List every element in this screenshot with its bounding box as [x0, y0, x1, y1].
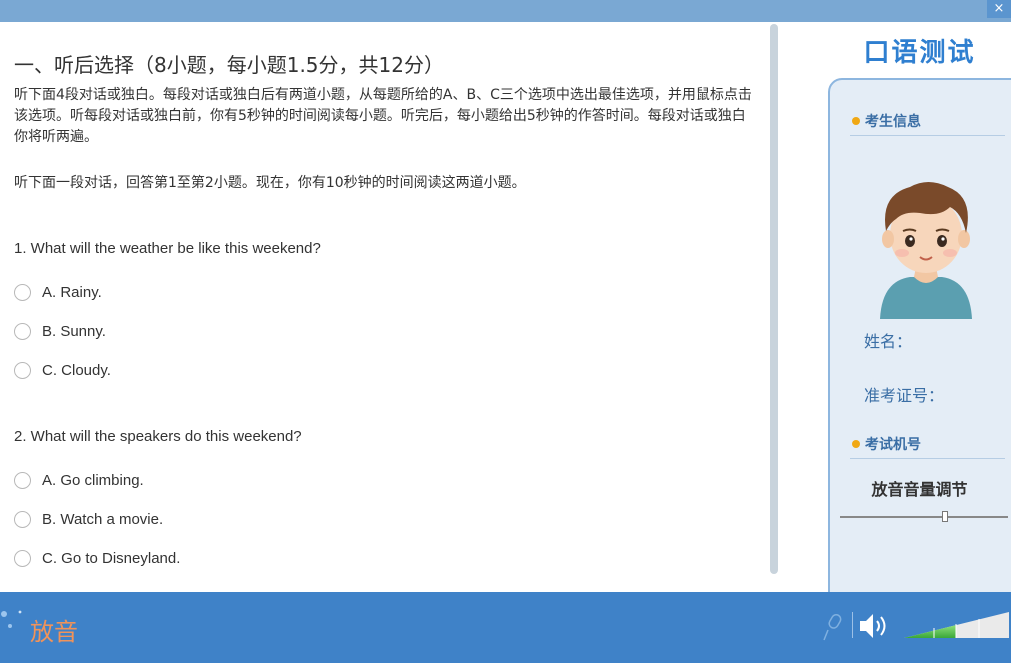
dialogue-instruction: 听下面一段对话，回答第1至第2小题。现在，你有10秒钟的时间阅读这两道小题。: [14, 175, 526, 191]
candidate-info-heading-text: 考生信息: [865, 114, 921, 130]
question-2-option-a[interactable]: A. Go climbing.: [14, 469, 144, 491]
option-label: B. Watch a movie.: [42, 510, 164, 528]
output-level-meter: [904, 612, 1009, 638]
sparkle-dots-icon: [1, 610, 22, 628]
bullet-icon: [852, 117, 860, 125]
exam-id-label: 准考证号：: [864, 386, 945, 405]
playback-volume-slider[interactable]: [840, 510, 1008, 524]
radio-button[interactable]: [14, 471, 31, 489]
question-1-option-c[interactable]: C. Cloudy.: [14, 359, 111, 381]
toolbar-divider: [852, 612, 853, 638]
radio-button[interactable]: [14, 549, 31, 567]
vertical-scrollbar[interactable]: [770, 24, 778, 574]
section-instructions: 听下面4段对话或独白。每段对话或独白后有两道小题，从每题所给的A、B、C三个选项…: [14, 87, 752, 145]
radio-button[interactable]: [14, 361, 31, 379]
option-label: A. Go climbing.: [42, 471, 144, 489]
slider-thumb[interactable]: [942, 511, 948, 522]
machine-number-heading-text: 考试机号: [865, 437, 921, 453]
divider: [850, 458, 1005, 459]
radio-button[interactable]: [14, 322, 31, 340]
question-2-text: 2. What will the speakers do this weeken…: [14, 428, 302, 445]
radio-button[interactable]: [14, 510, 31, 528]
app-title: 口语测试: [863, 38, 976, 68]
playback-status-label: 放音: [30, 618, 78, 646]
candidate-info-heading: 考生信息: [852, 111, 921, 131]
section-title: 一、听后选择（8小题，每小题1.5分，共12分）: [14, 53, 444, 77]
machine-number-heading: 考试机号: [852, 434, 921, 454]
radio-button[interactable]: [14, 283, 31, 301]
question-1-option-a[interactable]: A. Rainy.: [14, 281, 102, 303]
question-1-text: 1. What will the weather be like this we…: [14, 240, 321, 257]
question-1-option-b[interactable]: B. Sunny.: [14, 320, 106, 342]
playback-volume-label: 放音音量调节: [871, 480, 968, 499]
bullet-icon: [852, 440, 860, 448]
option-label: C. Cloudy.: [42, 361, 111, 379]
option-label: C. Go to Disneyland.: [42, 549, 181, 567]
option-label: A. Rainy.: [42, 283, 102, 301]
candidate-sidebar: 口语测试 考生信息 姓名： 准考证号： 考试机号 放音音量调节: [828, 22, 1011, 598]
avatar: [880, 182, 972, 319]
slider-track: [840, 516, 1008, 518]
microphone-icon: [823, 613, 842, 641]
window-title-bar: ×: [0, 0, 1011, 22]
speaker-icon[interactable]: [857, 610, 891, 642]
option-label: B. Sunny.: [42, 322, 106, 340]
question-2-option-c[interactable]: C. Go to Disneyland.: [14, 547, 180, 569]
question-2-option-b[interactable]: B. Watch a movie.: [14, 508, 163, 530]
level-fill: [904, 625, 957, 638]
close-button[interactable]: ×: [987, 0, 1011, 18]
name-label: 姓名：: [864, 332, 913, 351]
question-panel: 一、听后选择（8小题，每小题1.5分，共12分） 听下面4段对话或独白。每段对话…: [0, 22, 770, 592]
divider: [850, 135, 1005, 136]
playback-bar: 放音: [0, 592, 1011, 663]
